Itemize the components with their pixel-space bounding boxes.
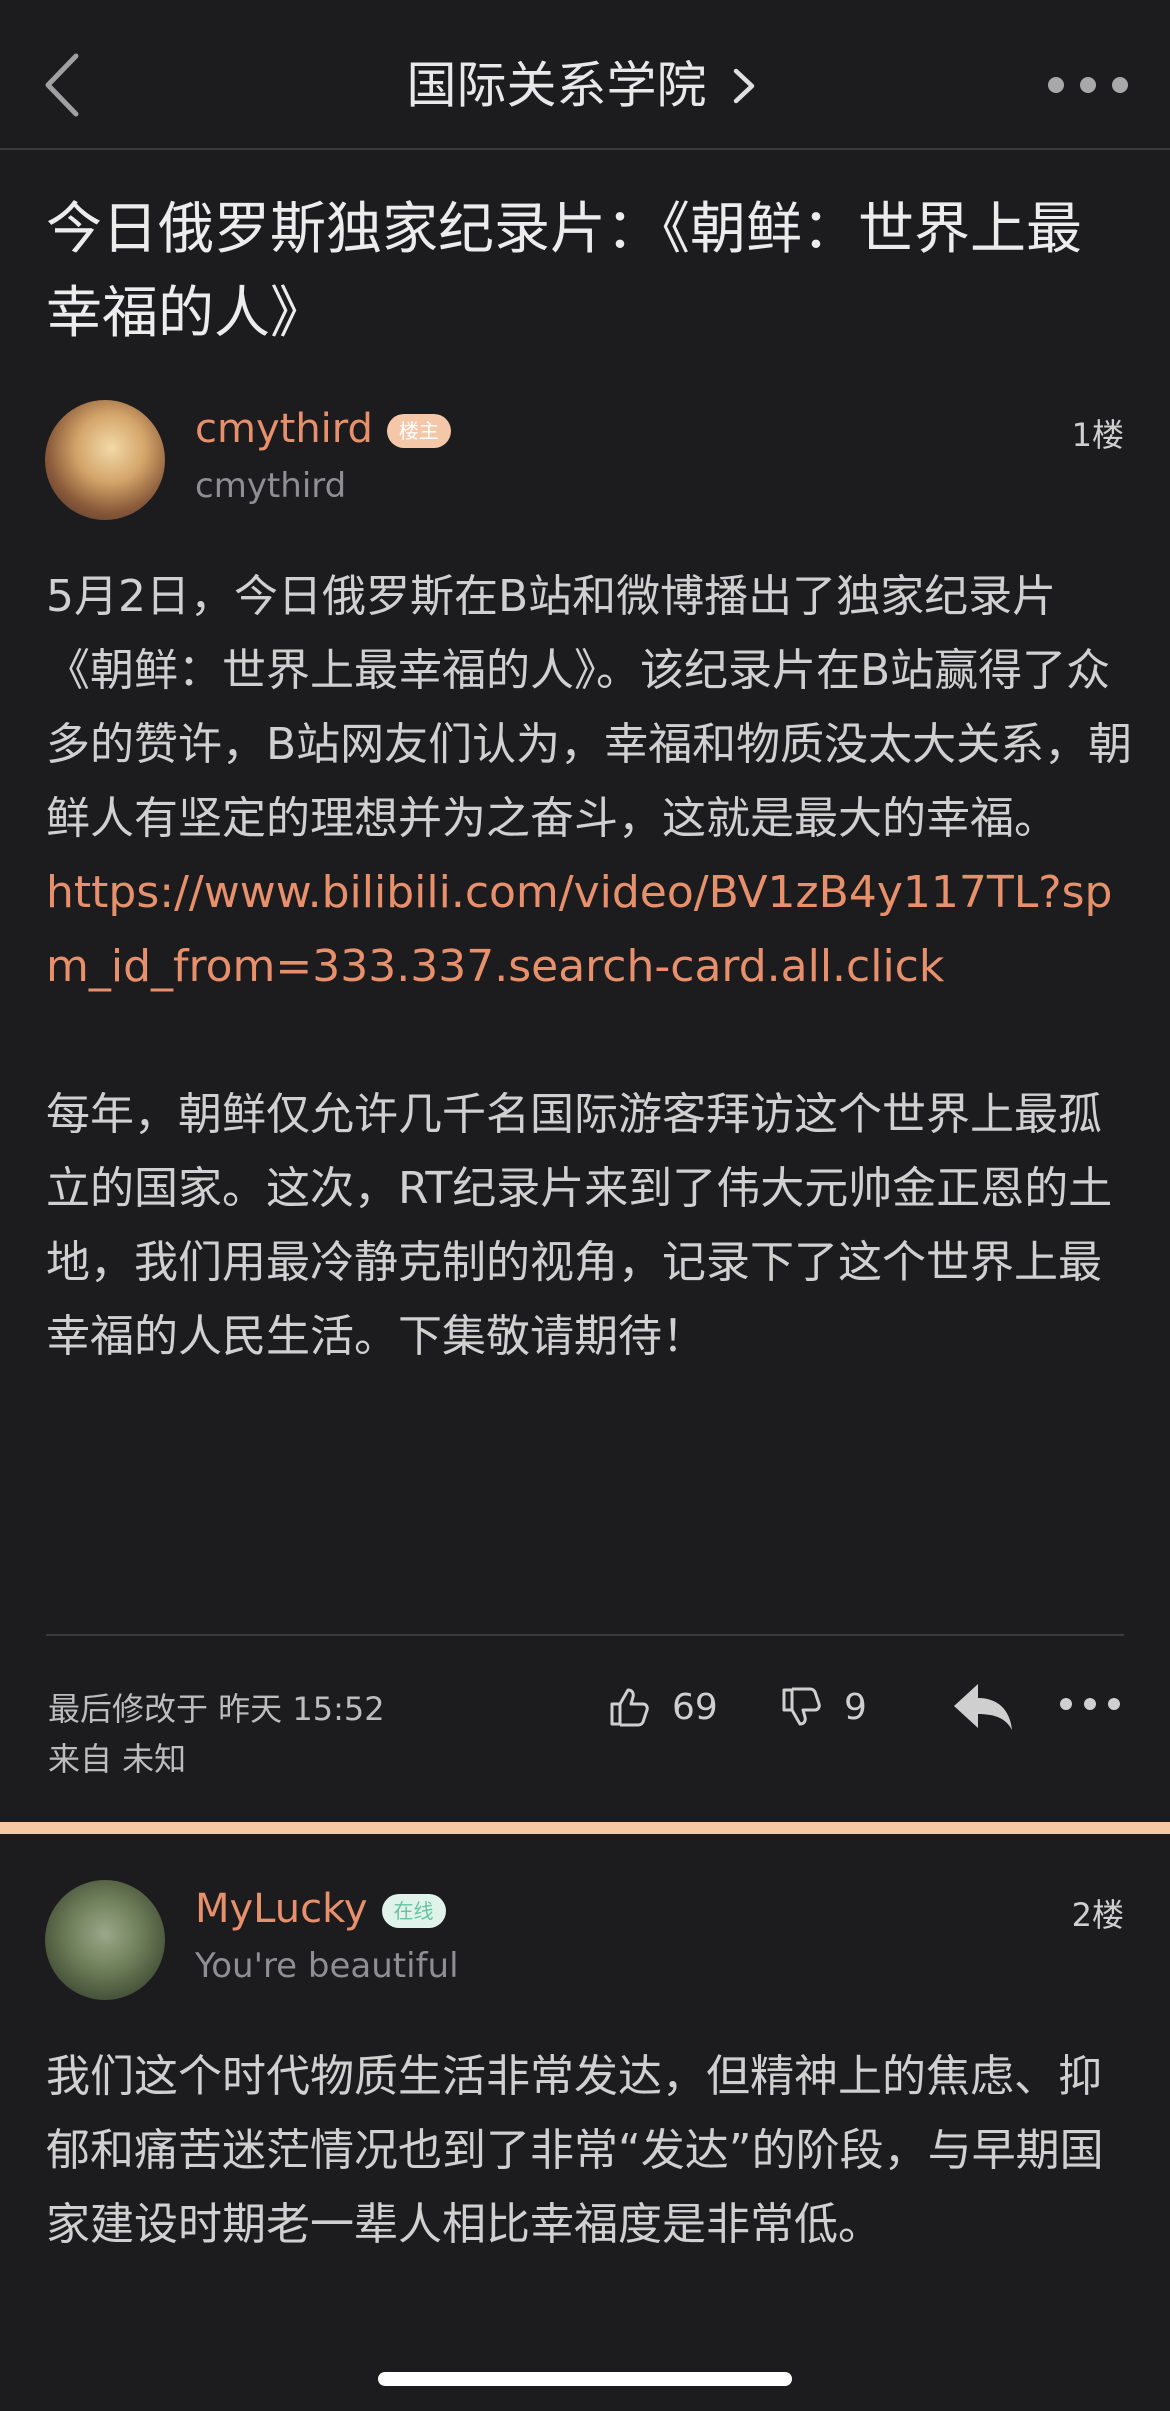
floor-number: 2楼 (1071, 1896, 1124, 1934)
reply-author-subtitle: You're beautiful (195, 1946, 459, 1986)
post-title: 今日俄罗斯独家纪录片：《朝鲜：世界上最幸福的人》 (46, 197, 1082, 346)
more-horizontal-icon[interactable] (1058, 1692, 1122, 1716)
post-separator (0, 1822, 1170, 1834)
online-badge: 在线 (381, 1894, 446, 1928)
floor-number: 1楼 (1071, 416, 1124, 454)
avatar[interactable] (45, 1880, 165, 2000)
dislike-button[interactable]: 9 (778, 1682, 867, 1732)
reply-body: 我们这个时代物质生活非常发达，但精神上的焦虑、抑郁和痛苦迷茫情况也到了非常“发达… (46, 2051, 1104, 2250)
top-nav-bar: 国际关系学院 (0, 0, 1170, 150)
modified-time: 最后修改于 昨天 15:52 (48, 1690, 385, 1728)
post-paragraph: 5月2日，今日俄罗斯在B站和微博播出了独家纪录片《朝鲜：世界上最幸福的人》。该纪… (46, 571, 1133, 844)
like-count: 69 (672, 1686, 718, 1728)
post-paragraph: 每年，朝鲜仅允许几千名国际游客拜访这个世界上最孤立的国家。这次，RT纪录片来到了… (46, 1089, 1113, 1362)
post-source: 来自 未知 (48, 1740, 187, 1778)
home-indicator[interactable] (378, 2372, 792, 2386)
post-link[interactable]: https://www.bilibili.com/video/BV1zB4y11… (46, 856, 1136, 1004)
author-name-row[interactable]: cmythird 楼主 (195, 406, 451, 452)
reply-author-name[interactable]: MyLucky (195, 1886, 368, 1932)
like-button[interactable]: 69 (606, 1682, 718, 1732)
chevron-right-icon[interactable] (724, 61, 764, 111)
owner-badge: 楼主 (386, 414, 451, 448)
thumbs-up-icon (610, 1688, 649, 1727)
reply-icon[interactable] (950, 1678, 1016, 1734)
thumbs-down-icon (782, 1687, 821, 1726)
more-horizontal-icon[interactable] (1046, 68, 1130, 102)
divider (46, 1634, 1124, 1636)
avatar[interactable] (45, 400, 165, 520)
dislike-count: 9 (844, 1686, 867, 1728)
author-subtitle: cmythird (195, 466, 347, 506)
reply-author-name-row[interactable]: MyLucky 在线 (195, 1886, 446, 1932)
forum-title[interactable]: 国际关系学院 (406, 57, 706, 115)
author-name[interactable]: cmythird (195, 406, 373, 452)
forum-title-link[interactable]: 国际关系学院 (0, 50, 1170, 120)
post-body: 5月2日，今日俄罗斯在B站和微博播出了独家纪录片《朝鲜：世界上最幸福的人》。该纪… (46, 560, 1136, 1374)
